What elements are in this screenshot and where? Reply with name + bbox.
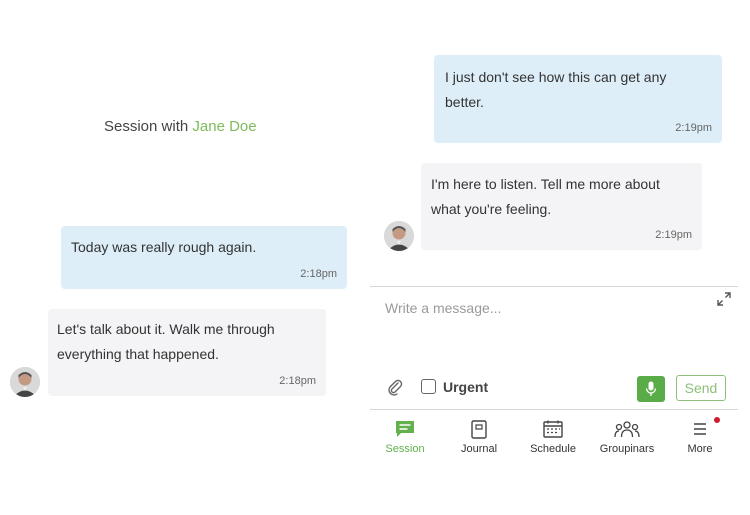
group-icon (614, 421, 640, 438)
message-bubble-received: Let's talk about it. Walk me through eve… (48, 309, 326, 396)
message-bubble-sent: I just don't see how this can get any be… (434, 55, 722, 143)
message-bubble-sent: Today was really rough again. 2:18pm (61, 226, 347, 289)
composer-top-divider (370, 286, 738, 287)
nav-label: Session (385, 443, 425, 455)
notification-dot (714, 417, 720, 423)
message-input[interactable]: Write a message... (385, 300, 501, 316)
menu-icon (694, 423, 706, 435)
chat-icon (396, 421, 414, 437)
send-button[interactable]: Send (676, 375, 726, 401)
nav-label: Journal (460, 443, 498, 455)
nav-groupinars[interactable]: Groupinars (592, 418, 662, 455)
message-bubble-received: I'm here to listen. Tell me more about w… (421, 163, 702, 250)
avatar (384, 221, 414, 251)
message-text-line: Let's talk about it. Walk me through (57, 321, 275, 337)
message-text-line: everything that happened. (57, 346, 219, 362)
message-text: Today was really rough again. (71, 239, 257, 255)
nav-more[interactable]: More (665, 418, 735, 455)
microphone-button[interactable] (637, 376, 665, 402)
journal-icon (471, 419, 487, 439)
message-text-line: better. (445, 94, 484, 110)
message-text-line: I just don't see how this can get any (445, 69, 667, 85)
nav-journal[interactable]: Journal (444, 418, 514, 455)
avatar (10, 367, 40, 397)
message-time: 2:18pm (279, 375, 316, 387)
nav-label: Schedule (530, 443, 576, 455)
session-title: Session with Jane Doe (104, 118, 257, 135)
microphone-icon (645, 381, 657, 396)
session-title-prefix: Session with (104, 118, 189, 135)
message-time: 2:19pm (655, 229, 692, 241)
nav-top-divider (370, 409, 738, 410)
calendar-icon (543, 420, 563, 438)
expand-icon[interactable] (717, 292, 731, 306)
message-text-line: what you're feeling. (431, 201, 552, 217)
urgent-label: Urgent (443, 379, 489, 395)
nav-label: Groupinars (599, 443, 655, 455)
message-text-line: I'm here to listen. Tell me more about (431, 176, 660, 192)
nav-session[interactable]: Session (370, 418, 440, 455)
paperclip-icon[interactable] (386, 378, 404, 396)
urgent-checkbox[interactable] (421, 379, 436, 394)
message-time: 2:18pm (300, 268, 337, 280)
nav-schedule[interactable]: Schedule (518, 418, 588, 455)
message-time: 2:19pm (675, 122, 712, 134)
nav-label: More (687, 443, 713, 455)
client-name[interactable]: Jane Doe (192, 118, 256, 135)
